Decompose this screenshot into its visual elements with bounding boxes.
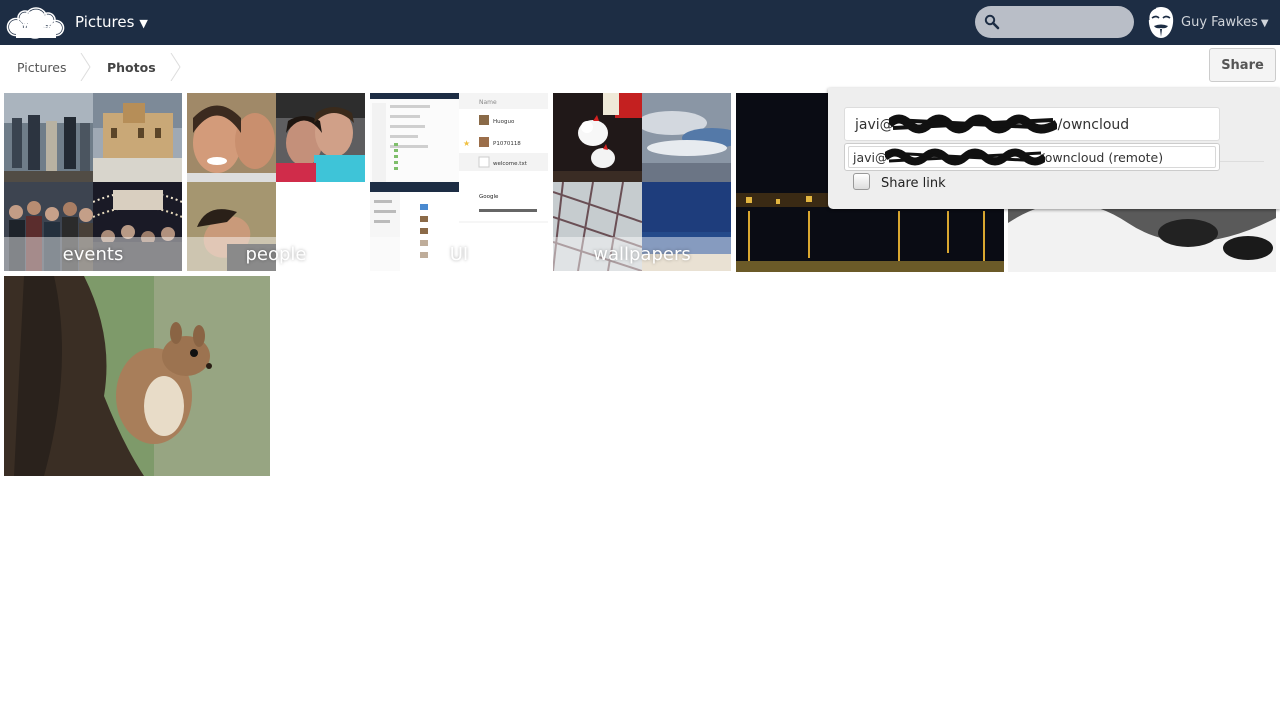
chevron-down-icon: ▼ <box>139 17 148 30</box>
search-box[interactable] <box>975 6 1134 38</box>
app-menu[interactable]: Pictures ▼ <box>75 13 148 31</box>
user-menu[interactable]: Guy Fawkes ▼ <box>1181 15 1269 30</box>
album-label: wallpapers <box>553 237 731 271</box>
user-name: Guy Fawkes <box>1181 15 1258 30</box>
file-name: P1070118 <box>493 141 521 147</box>
album-people[interactable]: people <box>187 93 365 271</box>
breadcrumb-photos[interactable]: Photos <box>107 60 156 75</box>
breadcrumb-separator-icon <box>80 53 91 81</box>
owncloud-logo-icon[interactable] <box>6 6 66 39</box>
controls-bar: Pictures Photos Share <box>0 45 1280 89</box>
name-column-header: Name <box>479 99 497 106</box>
cloudy-sky-photo-thumbnail <box>642 93 731 182</box>
album-label: people <box>187 237 365 271</box>
share-link-checkbox[interactable] <box>853 173 870 190</box>
google-label: Google <box>479 194 499 200</box>
file-name: welcome.txt <box>493 161 528 167</box>
guy-fawkes-mask-avatar-icon[interactable] <box>1146 6 1176 39</box>
album-label: events <box>4 237 182 271</box>
file-list-screenshot-thumbnail: Name Huoguo ★ P1070118 welcome.txt <box>459 93 548 182</box>
search-icon <box>984 14 1000 30</box>
chevron-down-icon: ▼ <box>1260 18 1269 29</box>
share-link-label[interactable]: Share link <box>881 176 946 191</box>
car-selfie-photo-thumbnail <box>276 93 365 182</box>
album-wallpapers[interactable]: wallpapers <box>553 93 731 271</box>
share-input-suffix: /owncloud <box>1057 117 1130 133</box>
album-events[interactable]: events <box>4 93 182 271</box>
share-dropdown: javi@ /owncloud javi@ /owncloud (remote) S… <box>828 88 1280 209</box>
album-label: UI <box>370 237 548 271</box>
share-button[interactable]: Share <box>1209 48 1276 82</box>
svg-text:★: ★ <box>463 139 470 148</box>
breadcrumb-separator-icon <box>170 53 181 81</box>
share-input-prefix: javi@ <box>855 117 894 133</box>
group-photo-thumbnail <box>4 93 93 182</box>
squirrel-on-tree-photo[interactable] <box>4 276 270 476</box>
app-name: Pictures <box>75 13 135 31</box>
top-header: Pictures ▼ Guy Fawkes ▼ <box>0 0 1280 45</box>
breadcrumb-pictures[interactable]: Pictures <box>17 60 67 75</box>
redaction-scribble-icon <box>889 114 1057 134</box>
white-birds-photo-thumbnail <box>553 93 642 182</box>
selfie-photo-thumbnail <box>187 93 276 182</box>
album-ui[interactable]: Name Huoguo ★ P1070118 welcome.txt Googl… <box>370 93 548 271</box>
search-input[interactable] <box>1005 12 1129 34</box>
building-photo-thumbnail <box>93 93 182 182</box>
suggestion-suffix: /owncloud (remote) <box>1040 150 1164 165</box>
suggestion-prefix: javi@ <box>853 150 888 165</box>
divider <box>1220 161 1264 162</box>
ui-screenshot-thumbnail <box>370 93 459 182</box>
file-name: Huoguo <box>493 119 515 125</box>
redaction-scribble-icon <box>885 148 1045 166</box>
